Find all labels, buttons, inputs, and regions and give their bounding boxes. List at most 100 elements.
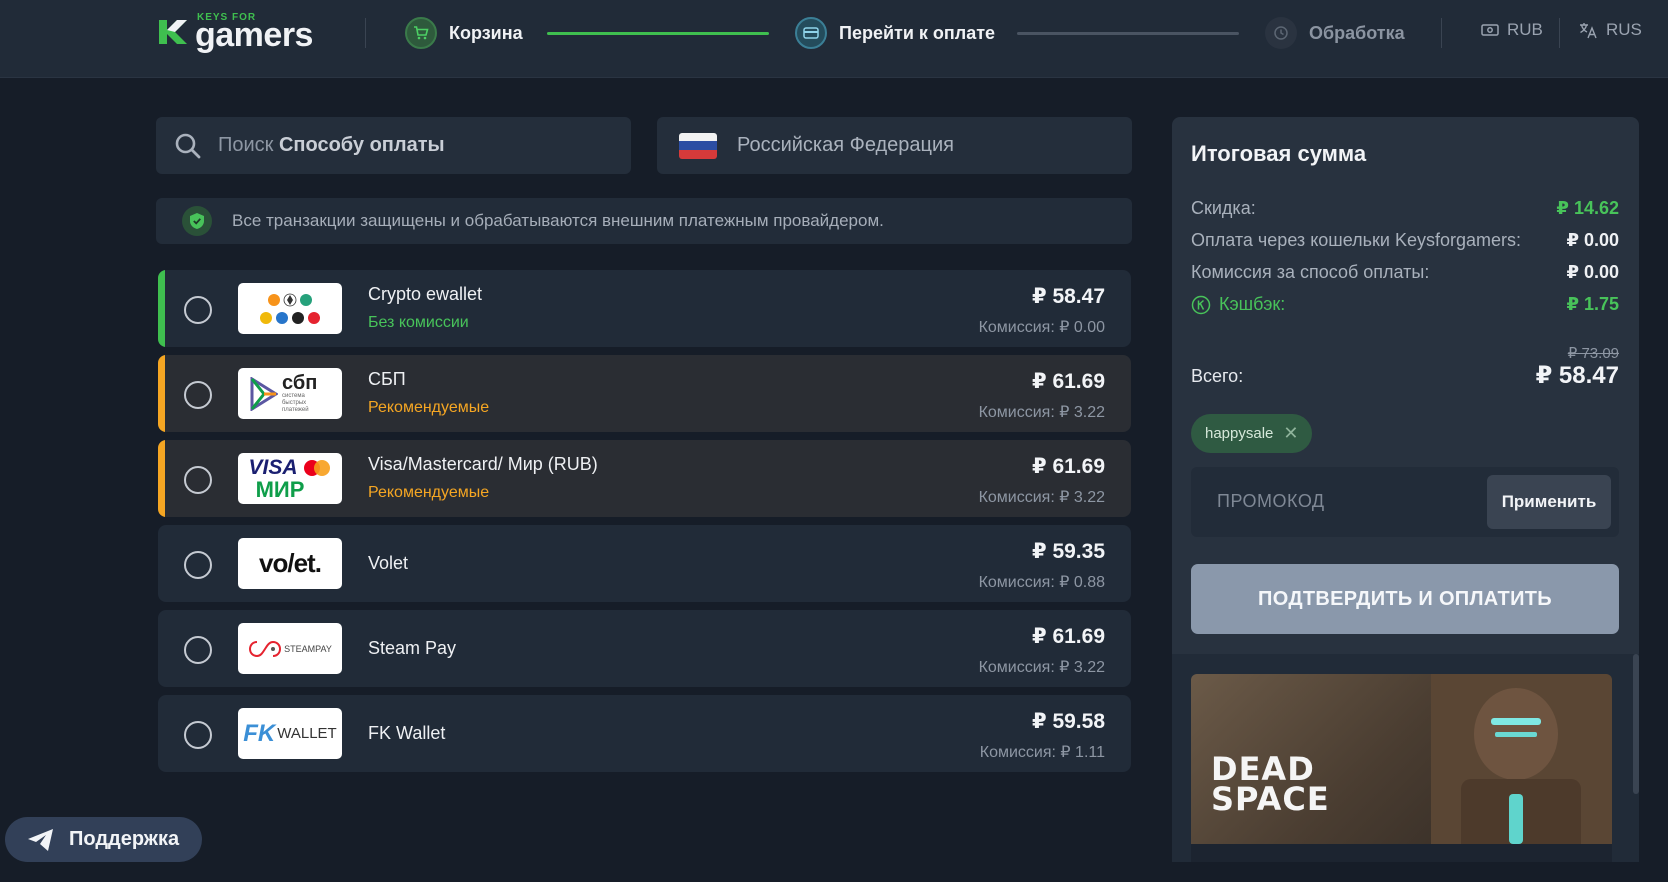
method-radio[interactable] [184, 296, 212, 324]
card-icon [795, 17, 827, 49]
payment-method-sbp[interactable]: сбп система быстрых платежей СБП Рекомен… [158, 355, 1131, 432]
method-name: Steam Pay [368, 638, 457, 658]
russia-flag-icon [679, 132, 717, 159]
method-name: FK Wallet [368, 723, 446, 743]
money-icon [1481, 24, 1499, 36]
telegram-icon [28, 828, 53, 851]
method-accent-bar [158, 270, 165, 347]
discount-value: ₽ 14.62 [1556, 198, 1619, 218]
mir-logo-text: МИР [255, 476, 305, 502]
translate-icon [1580, 23, 1597, 39]
language-selector[interactable]: RUS [1578, 20, 1642, 40]
shield-icon [182, 206, 212, 236]
step-label: Перейти к оплате [839, 22, 996, 43]
method-radio[interactable] [184, 466, 212, 494]
steampay-icon [249, 640, 282, 657]
step-label: Обработка [1309, 22, 1405, 43]
steampay-logo: STEAMPAY [238, 623, 342, 674]
cashback-k-icon [1191, 295, 1211, 314]
method-fee: Комиссия: ₽ 3.22 [978, 404, 1105, 421]
clock-icon [1265, 17, 1297, 49]
cart-icon [405, 17, 437, 49]
order-summary-panel: Итоговая сумма Скидка: ₽ 14.62 Оплата че… [1172, 117, 1639, 654]
support-label: Поддержка [69, 828, 180, 850]
method-radio[interactable] [184, 551, 212, 579]
fk-logo-text: FK [243, 719, 276, 747]
security-notice: Все транзакции защищены и обрабатываются… [156, 198, 1132, 244]
country-selector[interactable]: Российская Федерация [657, 117, 1132, 174]
payment-method-fk-wallet[interactable]: FK WALLET FK Wallet ₽ 59.58 Комиссия: ₽ … [158, 695, 1131, 772]
cashback-value: ₽ 1.75 [1566, 294, 1619, 314]
method-fee: Комиссия: ₽ 0.00 [978, 319, 1105, 336]
method-price: ₽ 59.58 [1032, 710, 1105, 733]
step-label: Корзина [449, 22, 523, 43]
header-divider [365, 18, 366, 48]
apply-promo-button[interactable]: Применить [1487, 475, 1611, 529]
payment-methods-list: Crypto ewallet Без комиссии ₽ 58.47 Коми… [158, 270, 1131, 780]
confirm-and-pay-button[interactable]: ПОДТВЕРДИТЬ И ОПЛАТИТЬ [1191, 564, 1619, 634]
country-name: Российская Федерация [737, 134, 955, 156]
method-radio[interactable] [184, 381, 212, 409]
sbp-logo-text: сбп [282, 372, 318, 394]
method-fee-row: Комиссия за способ оплаты: ₽ 0.00 [1191, 262, 1619, 283]
support-button[interactable]: Поддержка [5, 817, 202, 862]
method-tag: Рекомендуемые [368, 484, 490, 501]
method-price: ₽ 61.69 [1032, 455, 1105, 478]
wallet-logo-text: WALLET [277, 725, 337, 742]
game-cover-image[interactable]: DEAD SPACE [1191, 674, 1612, 862]
cart-item-preview: DEAD SPACE [1172, 654, 1639, 862]
payment-method-steam-pay[interactable]: STEAMPAY Steam Pay ₽ 61.69 Комиссия: ₽ 3… [158, 610, 1131, 687]
payment-search-input[interactable]: Поиск Способу оплаты [156, 117, 631, 174]
game-title-line: SPACE [1211, 780, 1330, 818]
wallet-payment-value: ₽ 0.00 [1566, 230, 1619, 250]
payment-method-volet[interactable]: vo/et. Volet ₽ 59.35 Комиссия: ₽ 0.88 [158, 525, 1131, 602]
close-icon[interactable]: ✕ [1283, 423, 1298, 444]
total-label: Всего: [1191, 366, 1244, 386]
game-info-strip [1191, 844, 1612, 862]
steampay-logo-text: STEAMPAY [284, 643, 332, 654]
search-icon [175, 133, 201, 158]
method-radio[interactable] [184, 721, 212, 749]
old-total: ₽ 73.09 [1567, 345, 1619, 362]
promo-code-input[interactable]: ПРОМОКОД Применить [1191, 467, 1619, 537]
method-tag: Рекомендуемые [368, 399, 490, 416]
method-tag: Без комиссии [368, 314, 469, 331]
volet-logo: vo/et. [238, 538, 342, 589]
visa-logo-text: VISA [248, 455, 298, 479]
total-value: ₽ 58.47 [1535, 362, 1619, 389]
logo-k-icon [159, 20, 187, 44]
payment-method-crypto[interactable]: Crypto ewallet Без комиссии ₽ 58.47 Коми… [158, 270, 1131, 347]
promo-code-chip: happysale ✕ [1191, 414, 1313, 453]
summary-scrollbar[interactable] [1633, 654, 1639, 794]
method-fee: Комиссия: ₽ 1.11 [979, 744, 1105, 761]
fk-wallet-logo: FK WALLET [238, 708, 342, 759]
sbp-logo-subtext: система быстрых платежей [282, 393, 309, 413]
promo-chip-label: happysale [1205, 425, 1274, 442]
site-logo[interactable]: KEYS FOR gamers [155, 10, 325, 54]
search-placeholder: Поиск Способу оплаты [218, 134, 445, 156]
method-price: ₽ 61.69 [1032, 625, 1105, 648]
currency-selector[interactable]: RUB [1481, 20, 1543, 40]
promo-placeholder: ПРОМОКОД [1217, 491, 1325, 511]
logo-big-text: gamers [195, 16, 313, 54]
cashback-label: Кэшбэк: [1191, 294, 1285, 315]
payment-method-visa-mastercard-mir[interactable]: VISA МИР Visa/Mastercard/ Мир (RUB) Реко… [158, 440, 1131, 517]
method-accent-bar [158, 440, 165, 517]
cashback-label-text: Кэшбэк: [1219, 294, 1286, 314]
method-fee: Комиссия: ₽ 0.88 [978, 574, 1105, 591]
method-accent-bar [158, 355, 165, 432]
top-header: KEYS FOR gamers Корзина Перейти к оплате… [0, 0, 1668, 78]
step-processing: Обработка [1265, 16, 1405, 50]
crypto-coins-icon [260, 293, 320, 324]
header-divider [1441, 18, 1442, 48]
method-fee: Комиссия: ₽ 3.22 [978, 659, 1105, 676]
visa-mir-logo: VISA МИР [238, 453, 342, 504]
game-title: DEAD SPACE [1211, 753, 1330, 818]
security-notice-text: Все транзакции защищены и обрабатываются… [232, 211, 884, 230]
method-radio[interactable] [184, 636, 212, 664]
language-label: RUS [1606, 20, 1642, 39]
sbp-triangle-icon [250, 376, 278, 411]
currency-label: RUB [1507, 20, 1543, 39]
header-divider [1559, 18, 1560, 48]
method-price: ₽ 58.47 [1032, 285, 1105, 308]
